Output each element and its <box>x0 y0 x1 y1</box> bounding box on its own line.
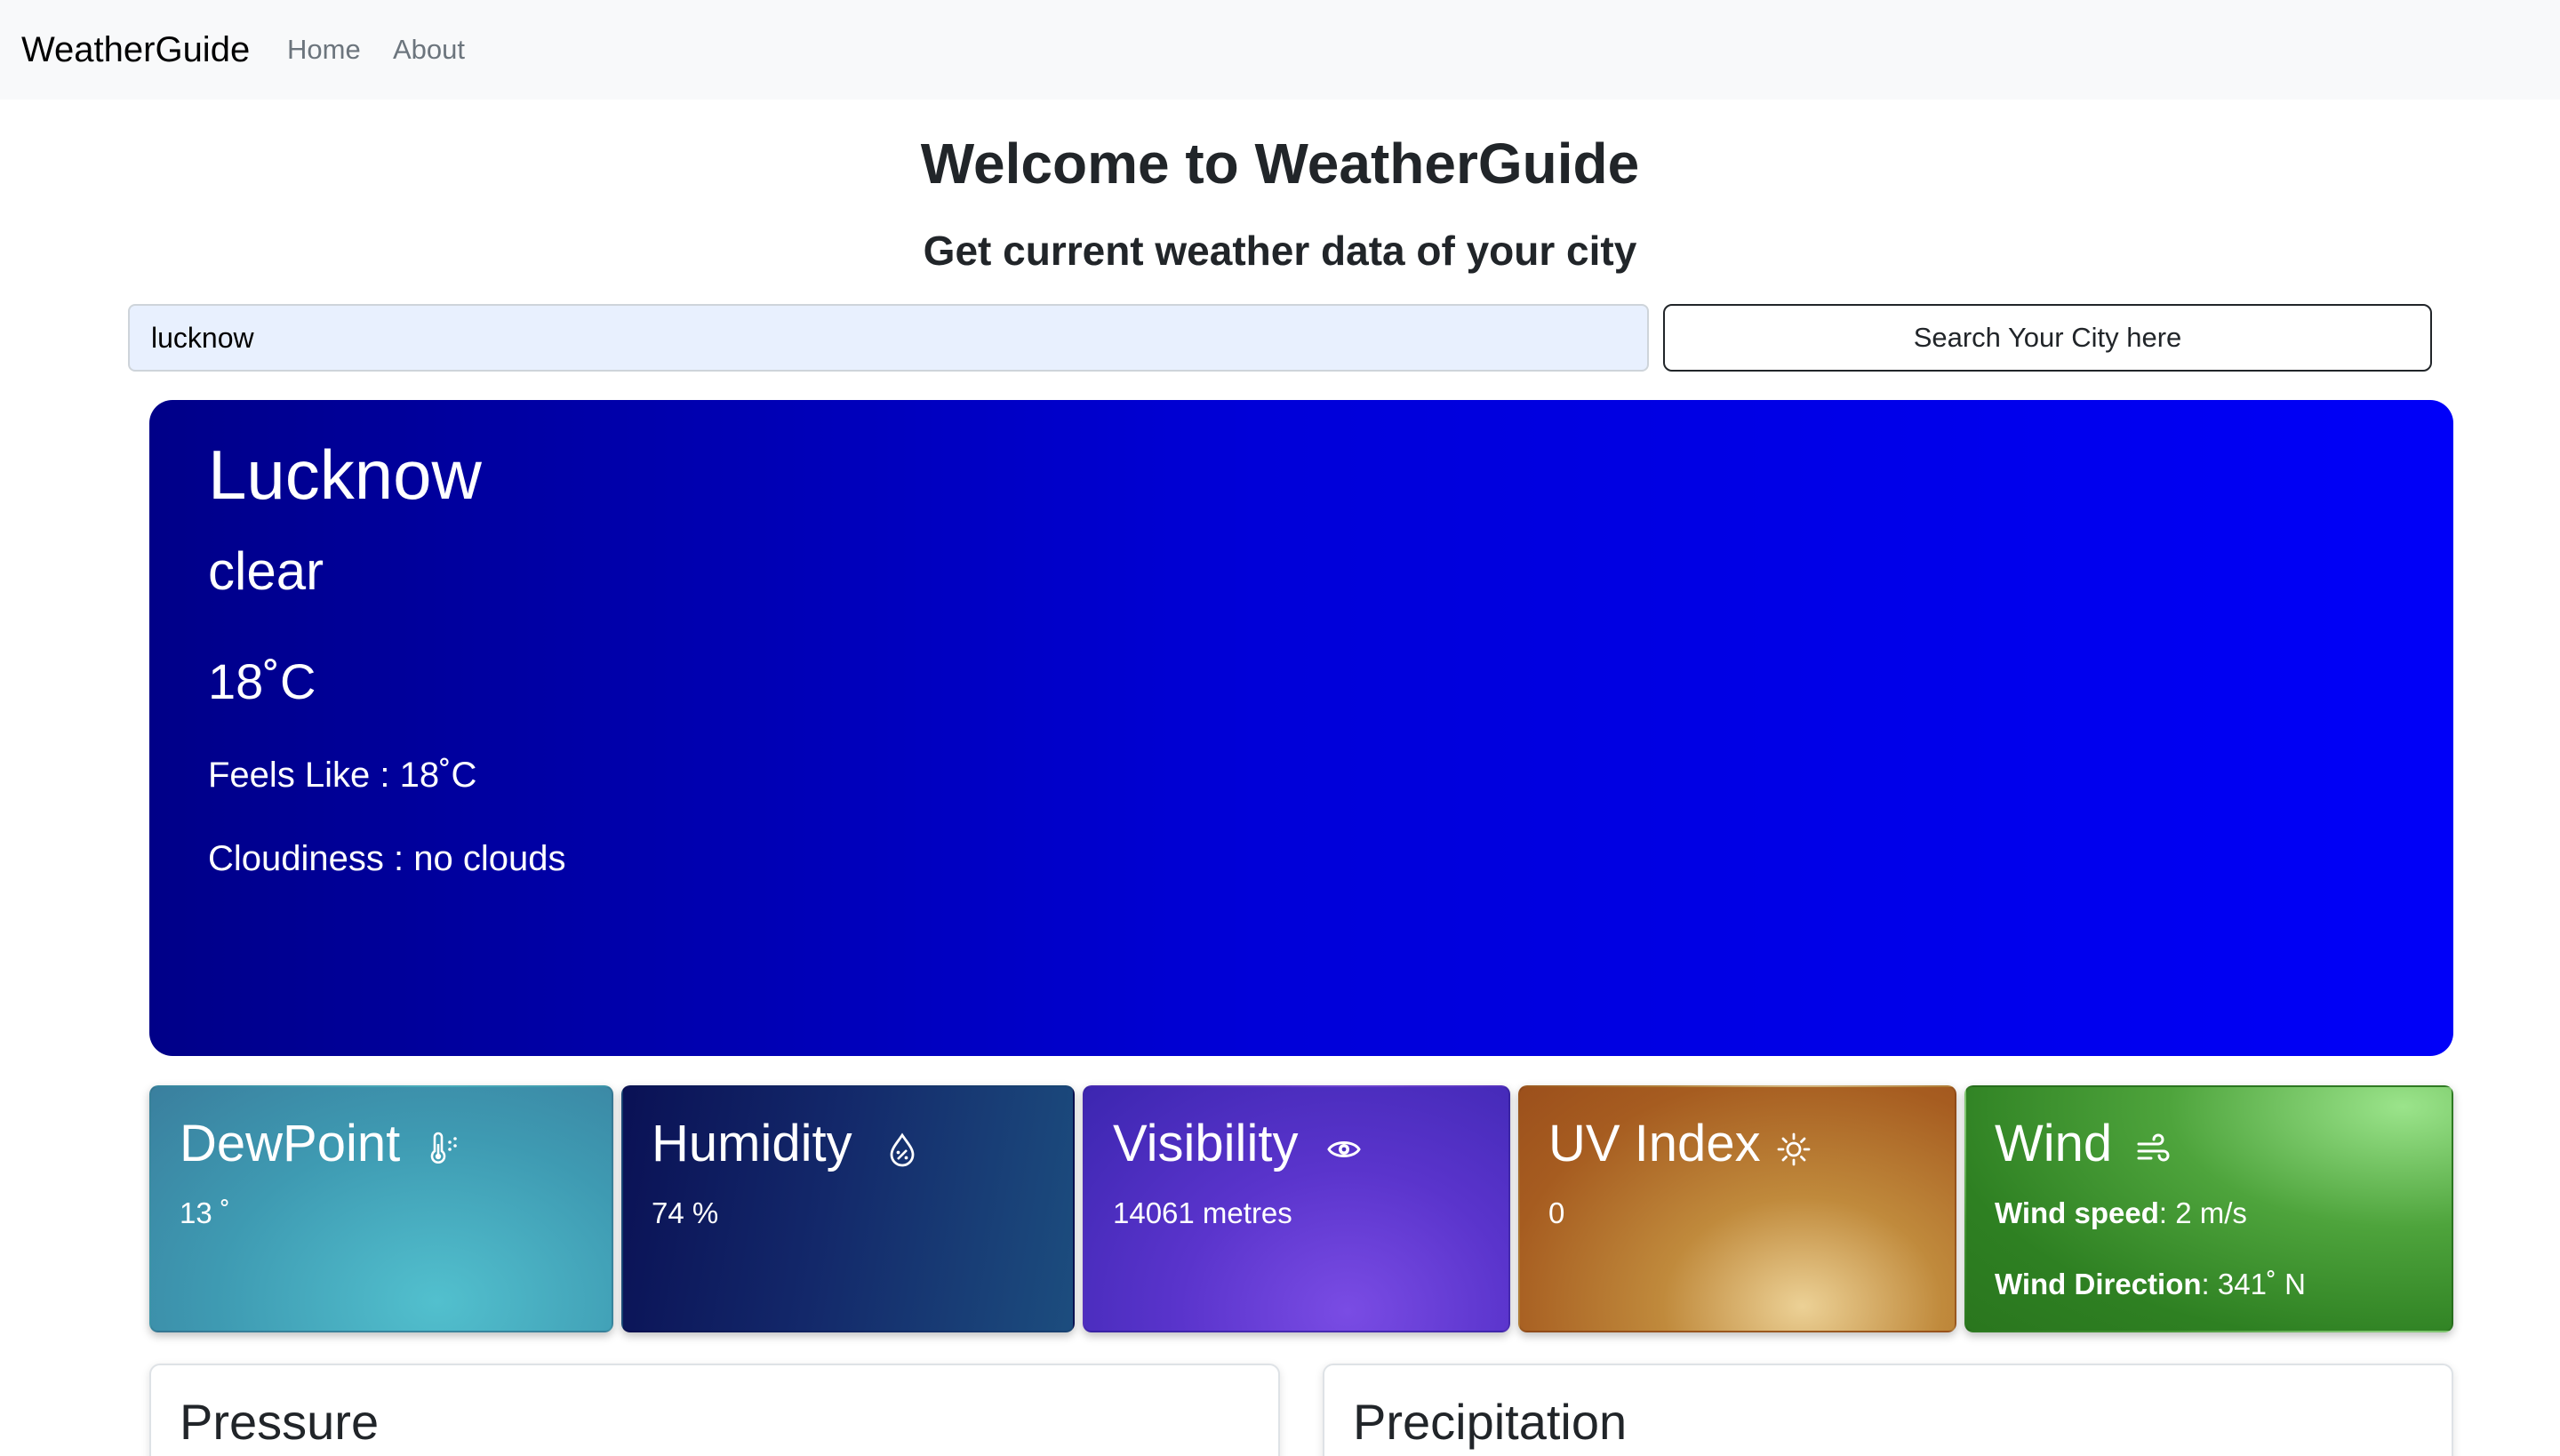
visibility-title: Visibility <box>1113 1115 1299 1172</box>
wind-speed-label: Wind speed <box>1995 1196 2159 1229</box>
wind-speed: Wind speed: 2 m/s <box>1995 1194 2247 1233</box>
thermometer-snow-icon <box>430 1132 457 1164</box>
navbar: WeatherGuide Home About <box>0 0 2560 100</box>
wind-direction-value: : 341˚ N <box>2201 1268 2306 1300</box>
humidity-card: Humidity 74 % <box>621 1085 1075 1332</box>
eye-icon <box>1327 1141 1361 1157</box>
page-subtitle: Get current weather data of your city <box>923 228 1637 274</box>
current-weather-card: Lucknow clear 18˚C Feels Like : 18˚C Clo… <box>149 400 2453 1056</box>
precipitation-card: Precipitation <box>1323 1364 2453 1456</box>
pressure-card: Pressure <box>149 1364 1280 1456</box>
dewpoint-value: 13 ˚ <box>180 1196 230 1229</box>
dewpoint-title: DewPoint <box>180 1115 401 1172</box>
uv-index-title: UV Index <box>1548 1115 1761 1172</box>
uv-index-value: 0 <box>1548 1196 1565 1229</box>
uv-index-card: UV Index 0 <box>1518 1085 1956 1332</box>
weather-description: clear <box>208 541 324 601</box>
visibility-card: Visibility 14061 metres <box>1083 1085 1510 1332</box>
city-name: Lucknow <box>208 436 482 514</box>
wind-direction: Wind Direction: 341˚ N <box>1995 1265 2306 1304</box>
brand-link[interactable]: WeatherGuide <box>21 28 250 71</box>
page-title: Welcome to WeatherGuide <box>920 132 1640 196</box>
wind-direction-label: Wind Direction <box>1995 1268 2202 1300</box>
precipitation-title: Precipitation <box>1353 1394 1628 1450</box>
humidity-title: Humidity <box>652 1115 852 1172</box>
cloudiness: Cloudiness : no clouds <box>208 839 566 878</box>
nav-link-home[interactable]: Home <box>287 32 361 68</box>
humidity-value: 74 % <box>652 1196 719 1229</box>
droplet-half-icon <box>890 1132 915 1167</box>
nav-link-about[interactable]: About <box>393 32 465 68</box>
dewpoint-card: DewPoint 13 ˚ <box>149 1085 613 1332</box>
sun-icon <box>1777 1132 1811 1166</box>
temperature: 18˚C <box>208 653 316 709</box>
city-search-input[interactable] <box>128 304 1649 372</box>
visibility-value: 14061 metres <box>1113 1196 1292 1229</box>
wind-title: Wind <box>1995 1115 2113 1172</box>
feels-like: Feels Like : 18˚C <box>208 756 477 795</box>
search-city-button[interactable]: Search Your City here <box>1663 304 2432 372</box>
wind-card: Wind Wind speed: 2 m/s Wind Direction: 3… <box>1964 1085 2453 1332</box>
pressure-title: Pressure <box>180 1394 380 1450</box>
wind-icon <box>2137 1133 2170 1162</box>
wind-speed-value: : 2 m/s <box>2158 1196 2247 1229</box>
